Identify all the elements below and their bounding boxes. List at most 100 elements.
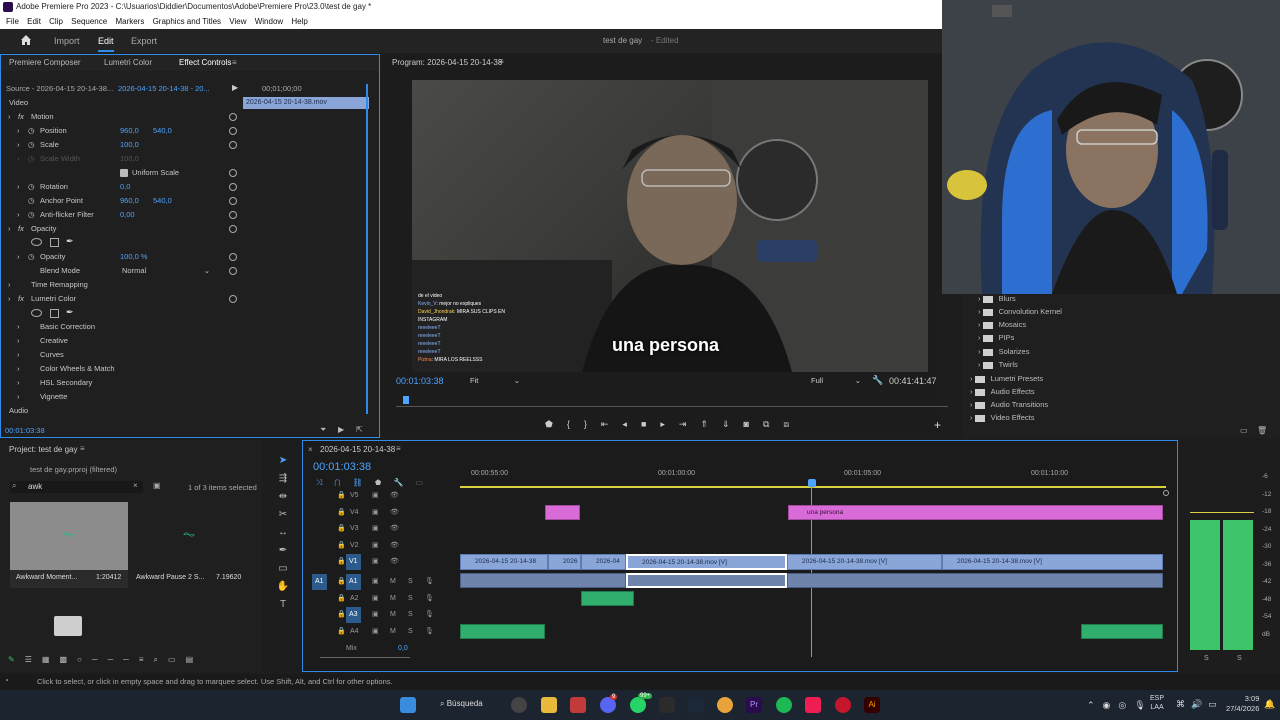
mute-button[interactable]: M [390,624,396,640]
network-volume-battery[interactable]: ⌘🔊▭ [1176,699,1223,710]
timeline-menu-icon[interactable]: ≡ [396,444,401,453]
v1-clip-selected[interactable]: 2026-04-15 20-14-38.mov [V] [626,554,787,570]
app-icon[interactable] [570,697,586,713]
track-select-tool-icon[interactable]: ⇶ [272,470,294,488]
panel-menu-icon[interactable]: ≡ [232,55,237,71]
file-explorer-icon[interactable] [541,697,557,713]
solo-left[interactable]: S [1204,655,1209,662]
v1-clip[interactable]: 2026-04-15 20-14-38.mov [V] [942,554,1163,570]
captions-icon[interactable]: ▭ [415,478,435,487]
home-icon[interactable] [20,34,32,46]
mute-button[interactable]: M [390,574,396,590]
mic-icon[interactable]: 🎙 [425,607,434,623]
v1-clip[interactable]: 2026 [548,554,581,570]
add-button-icon[interactable]: + [934,418,941,432]
a1-clip[interactable] [460,573,626,588]
solo-button[interactable]: S [408,591,413,607]
sync-icon[interactable]: ▣ [372,574,379,590]
lumetri-creative[interactable]: › Creative [0,334,240,348]
track-label[interactable]: A1 [346,574,361,590]
a1-clip-selected[interactable] [626,573,787,588]
lock-icon[interactable]: 🔒 [337,505,346,521]
effects-item-blurs[interactable]: › Blurs [978,292,1016,305]
epic-games-icon[interactable] [659,697,675,713]
time-remap-row[interactable]: › Time Remapping [0,278,240,292]
marker-icon[interactable]: ⬟ [545,419,567,429]
sequence-tab[interactable]: 2026-04-15 20-14-38 [320,445,395,454]
go-to-out-icon[interactable]: ⇥ [679,419,701,429]
wrench-icon[interactable]: 🔧 [872,375,883,386]
uniform-scale-checkbox[interactable] [120,169,128,177]
effects-item-solarizes[interactable]: › Solarizes [978,345,1029,358]
tray-chevron-icon[interactable]: ⌃ [1087,700,1103,710]
linked-selection-icon[interactable]: ⛓ [353,478,375,487]
a4-sfx-clip[interactable] [1081,624,1163,639]
menu-markers[interactable]: Markers [115,17,144,26]
lock-icon[interactable]: 🔒 [337,574,346,590]
reset-icon[interactable] [229,225,237,233]
tab-lumetri-color[interactable]: Lumetri Color [104,55,152,71]
program-scrub-bar[interactable] [396,406,948,407]
nest-icon[interactable]: ⤨ [316,478,334,487]
project-menu-icon[interactable]: ≡ [80,444,85,453]
timeline-zoom-scrollbar[interactable] [320,657,410,658]
zoom-slider[interactable]: ○─── [77,655,139,664]
selection-tool-icon[interactable]: ➤ [272,452,294,470]
track-scroll-handle[interactable] [1163,490,1169,496]
reset-icon[interactable] [229,211,237,219]
effects-item-twirls[interactable]: › Twirls [978,358,1018,371]
lift-icon[interactable]: ⇑ [700,419,722,429]
v1-clip[interactable]: 2026-04 [581,554,626,570]
ec-clip-bar[interactable]: 2026-04-15 20-14-38.mov [243,97,369,109]
blend-mode-select[interactable]: Normal ⌄ [122,264,212,278]
subtitle-text[interactable]: una persona [612,335,719,356]
new-bin-icon[interactable]: ▭ [1240,426,1248,435]
tray-app-icon[interactable]: ◉ [1103,700,1119,710]
menu-file[interactable]: File [6,17,19,26]
clear-search-icon[interactable]: × [133,481,138,490]
export-icon[interactable]: ⇱ [356,425,363,434]
sync-icon[interactable]: ▣ [372,488,379,504]
tab-effect-controls[interactable]: Effect Controls [179,55,231,71]
camera-icon[interactable]: ◙ [744,419,763,429]
multicam-icon[interactable]: ⧈ [783,419,803,429]
icon-view-icon[interactable]: ▦ [42,655,60,664]
effects-item-convolution[interactable]: › Convolution Kernel [978,305,1062,318]
spotify-icon[interactable] [776,697,792,713]
opacity-value[interactable]: 100,0 % [120,250,148,264]
sync-icon[interactable]: ▣ [372,554,379,570]
sync-icon[interactable]: ▣ [372,624,379,640]
menu-help[interactable]: Help [291,17,307,26]
program-video-frame[interactable]: de el video Kevin_V: mejor no expliques … [412,80,928,372]
effects-item-audio-transitions[interactable]: › Audio Transitions [970,398,1048,411]
find-icon[interactable]: ⌕ [154,655,168,664]
lumetri-vignette[interactable]: › Vignette [0,390,240,404]
eye-icon[interactable]: 👁 [390,505,399,521]
a4-sfx-clip[interactable] [460,624,545,639]
tab-import[interactable]: Import [54,36,80,46]
menu-graphics[interactable]: Graphics and Titles [153,17,221,26]
stop-icon[interactable]: ■ [641,419,660,429]
rect-mask-icon[interactable] [50,309,59,318]
anchor-x-value[interactable]: 960,0 [120,194,139,208]
slip-tool-icon[interactable]: ↔ [272,524,294,542]
bin-icon[interactable]: ▣ [153,481,161,490]
menu-edit[interactable]: Edit [27,17,41,26]
reset-icon[interactable] [229,295,237,303]
lock-icon[interactable]: 🔒 [337,554,346,570]
trash-icon[interactable]: 🗑 [1257,426,1267,435]
reset-icon[interactable] [229,169,237,177]
comparison-icon[interactable]: ⧉ [763,419,783,429]
close-sequence-icon[interactable]: × [308,445,313,454]
folder-icon[interactable] [54,616,82,636]
rotation-value[interactable]: 0,0 [120,180,130,194]
motion-row[interactable]: › fx Motion [0,110,240,124]
reset-icon[interactable] [229,267,237,275]
tiktok-icon[interactable] [805,697,821,713]
language-indicator[interactable]: ESP LAA [1150,694,1164,712]
tab-edit[interactable]: Edit [98,36,114,52]
solo-right[interactable]: S [1237,655,1242,662]
new-bin-icon[interactable]: ▭ [168,655,186,664]
mic-icon[interactable]: 🎙 [425,574,434,590]
v1-clip[interactable]: 2026-04-15 20-14-38 [460,554,548,570]
